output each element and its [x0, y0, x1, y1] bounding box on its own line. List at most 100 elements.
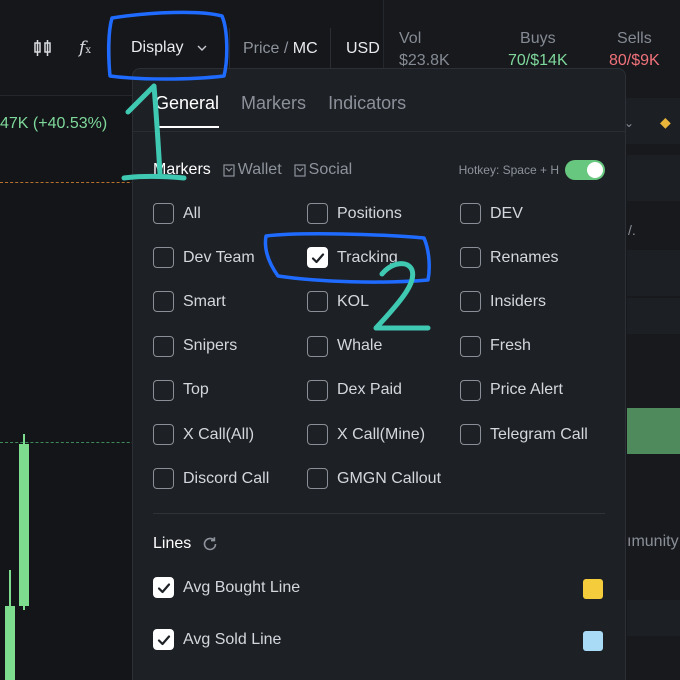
checkbox[interactable] [153, 577, 174, 598]
marker-option-tracking[interactable]: Tracking [307, 247, 398, 269]
checkbox[interactable] [307, 424, 328, 445]
marker-option-x-call-all[interactable]: X Call(All) [153, 424, 254, 445]
marker-option-discord-call[interactable]: Discord Call [153, 468, 269, 490]
marker-option-dev[interactable]: DEV [460, 203, 523, 224]
marker-option-all[interactable]: All [153, 203, 201, 224]
marker-option-renames[interactable]: Renames [460, 247, 558, 269]
marker-option-smart[interactable]: Smart [153, 291, 226, 313]
buys-label: Buys [520, 30, 556, 47]
candle [19, 444, 29, 606]
checkbox[interactable] [153, 203, 174, 224]
panel-row [627, 600, 680, 636]
marker-option-whale[interactable]: Whale [307, 335, 383, 357]
section-divider [153, 513, 605, 514]
marker-option-label: Positions [337, 204, 402, 222]
marker-option-label: Dev Team [183, 248, 255, 266]
markers-header: Markers Wallet Social Hotkey: Space + H [153, 159, 605, 181]
candle [5, 606, 15, 680]
marker-option-label: KOL [337, 292, 370, 310]
refresh-icon[interactable] [201, 535, 219, 553]
marker-option-label: GMGN Callout [337, 469, 442, 487]
toolbar-divider [229, 28, 230, 68]
marker-option-dex-paid[interactable]: Dex Paid [307, 379, 402, 401]
checkbox[interactable] [153, 247, 174, 269]
candlestick-icon[interactable] [32, 37, 54, 59]
tab-general[interactable]: General [155, 93, 220, 128]
line-option-avg-bought-line[interactable]: Avg Bought Line [153, 577, 300, 598]
checkbox[interactable] [307, 247, 328, 269]
display-button[interactable]: Display [120, 30, 222, 66]
toolbar-divider [330, 28, 331, 68]
usd-toggle[interactable]: USD [346, 40, 380, 58]
marker-option-snipers[interactable]: Snipers [153, 335, 238, 357]
checkbox[interactable] [460, 335, 481, 357]
marker-option-label: Whale [337, 337, 383, 355]
marker-option-dev-team[interactable]: Dev Team [153, 247, 255, 269]
marker-option-label: Price Alert [490, 381, 563, 399]
marker-option-price-alert[interactable]: Price Alert [460, 379, 563, 401]
checkbox[interactable] [153, 379, 174, 401]
chevron-down-icon [197, 45, 207, 51]
sells-label: Sells [617, 30, 652, 47]
marker-option-kol[interactable]: KOL [307, 291, 370, 313]
checkbox[interactable] [460, 424, 481, 445]
marker-option-label: X Call(Mine) [337, 425, 426, 443]
line-option-avg-sold-line[interactable]: Avg Sold Line [153, 629, 281, 650]
wallet-filter[interactable]: Wallet [223, 161, 282, 179]
marker-option-label: X Call(All) [183, 425, 255, 443]
checkbox[interactable] [153, 629, 174, 650]
checkbox[interactable] [460, 379, 481, 401]
toolbar-divider [110, 28, 111, 68]
social-filter[interactable]: Social [294, 161, 353, 179]
marker-option-label: Snipers [183, 337, 238, 355]
toggle-knob [587, 162, 603, 178]
vol-label: Vol [399, 30, 422, 47]
checkbox[interactable] [153, 335, 174, 357]
stat-vol: Vol $23.8K [399, 30, 450, 70]
line-color-swatch[interactable] [583, 579, 603, 599]
marker-option-label: DEV [490, 204, 523, 222]
panel-green-bar [627, 408, 680, 454]
community-label[interactable]: ımunity [627, 533, 679, 551]
checkbox[interactable] [460, 247, 481, 269]
marker-option-fresh[interactable]: Fresh [460, 335, 531, 357]
checkbox[interactable] [153, 424, 174, 445]
checkbox[interactable] [307, 203, 328, 224]
panel-row [627, 250, 680, 296]
marker-option-label: Insiders [490, 292, 547, 310]
checkbox[interactable] [307, 468, 328, 490]
checkbox[interactable] [153, 468, 174, 490]
checkbox[interactable] [153, 291, 174, 313]
function-icon[interactable]: fx [74, 37, 96, 59]
bookmark-icon [294, 163, 306, 177]
marker-option-x-call-mine[interactable]: X Call(Mine) [307, 424, 425, 445]
line-color-swatch[interactable] [583, 631, 603, 651]
stat-sells: Sells 80/$9K [609, 30, 660, 70]
panel-text: /. [628, 222, 636, 238]
marker-option-top[interactable]: Top [153, 379, 209, 401]
checkbox[interactable] [307, 335, 328, 357]
marker-option-positions[interactable]: Positions [307, 203, 402, 224]
marker-option-label: All [183, 204, 201, 222]
marker-option-gmgn-callout[interactable]: GMGN Callout [307, 468, 442, 490]
tab-indicators[interactable]: Indicators [328, 93, 406, 128]
marker-option-label: Top [183, 381, 209, 399]
panel-row [627, 298, 680, 334]
mc-label: MC [292, 40, 318, 57]
checkbox[interactable] [307, 291, 328, 313]
marker-option-label: Fresh [490, 337, 531, 355]
social-filter-label: Social [308, 161, 353, 178]
marker-option-label: Dex Paid [337, 381, 402, 399]
tab-markers[interactable]: Markers [241, 93, 306, 128]
checkbox[interactable] [307, 379, 328, 401]
marker-option-insiders[interactable]: Insiders [460, 291, 547, 313]
checkbox[interactable] [460, 291, 481, 313]
bookmark-icon [223, 163, 235, 177]
checkbox[interactable] [460, 203, 481, 224]
marker-option-telegram-call[interactable]: Telegram Call [460, 424, 588, 445]
price-mc-toggle[interactable]: Price / MC [243, 40, 318, 58]
chain-icon: ◆ [660, 114, 671, 130]
line-option-label: Avg Sold Line [183, 630, 282, 648]
markers-toggle[interactable] [565, 160, 605, 180]
price-label: Price / [243, 40, 289, 57]
